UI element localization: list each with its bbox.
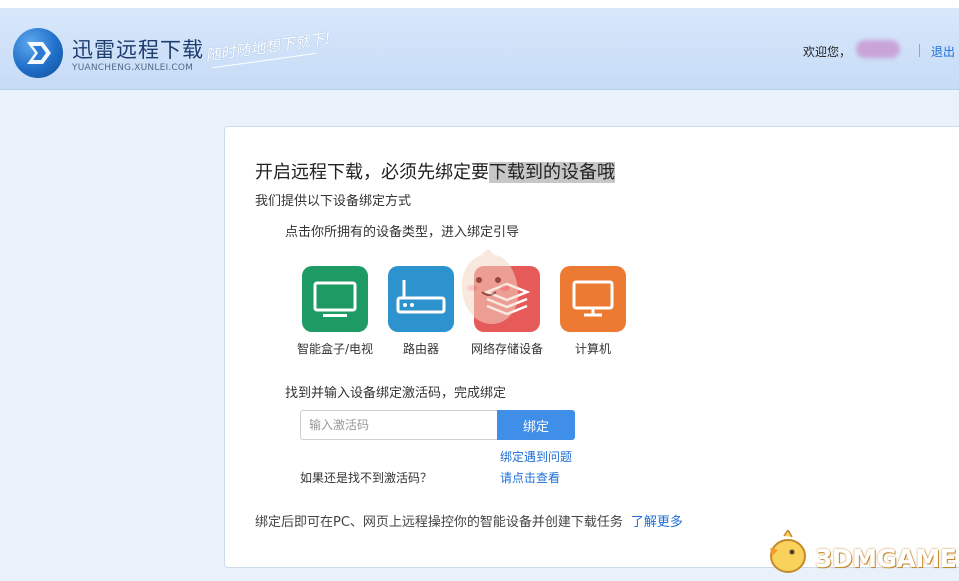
learn-more-link[interactable]: 了解更多 [631, 515, 683, 530]
tv-icon [313, 281, 357, 317]
blurred-username [856, 40, 900, 58]
header-divider [919, 44, 920, 57]
bind-button[interactable]: 绑定 [497, 410, 575, 440]
title-prefix: 开启远程下载，必须先绑定要 [255, 162, 489, 183]
top-header: 迅雷远程下载 YUANCHENG.XUNLEI.COM 随时随地想下就下! 欢迎… [0, 0, 959, 90]
watermark-text: 3DMGAME [815, 544, 957, 573]
device-label-tv[interactable]: 智能盒子/电视 [285, 340, 385, 357]
activation-code-input[interactable] [300, 410, 498, 440]
xunlei-logo-icon[interactable] [13, 28, 63, 78]
logout-link[interactable]: 退出 [931, 43, 955, 60]
bind-problem-link[interactable]: 绑定遇到问题 [500, 448, 572, 465]
device-router-button[interactable] [388, 266, 454, 332]
device-tv-button[interactable] [302, 266, 368, 332]
footer-info: 绑定后即可在PC、网页上远程操控你的智能设备并创建下载任务 了解更多 [255, 511, 683, 530]
device-label-nas[interactable]: 网络存储设备 [457, 340, 557, 357]
brand-title: 迅雷远程下载 [72, 38, 204, 62]
title-highlight: 下载到的设备哦 [489, 162, 615, 183]
device-guide-text: 点击你所拥有的设备类型，进入绑定引导 [285, 225, 520, 240]
device-computer-button[interactable] [560, 266, 626, 332]
subtitle: 我们提供以下设备绑定方式 [255, 194, 412, 209]
chick-mascot-icon [770, 528, 806, 573]
router-icon [396, 280, 446, 314]
click-to-view-link[interactable]: 请点击查看 [500, 469, 560, 486]
footer-text: 绑定后即可在PC、网页上远程操控你的智能设备并创建下载任务 [255, 515, 623, 530]
brand-subtitle: YUANCHENG.XUNLEI.COM [72, 63, 194, 73]
find-code-text: 找到并输入设备绑定激活码，完成绑定 [285, 386, 507, 401]
device-label-router[interactable]: 路由器 [371, 340, 471, 357]
welcome-text: 欢迎您， [803, 45, 852, 59]
no-code-text: 如果还是找不到激活码？ [300, 471, 433, 485]
page-title: 开启远程下载，必须先绑定要下载到的设备哦 [255, 158, 615, 184]
mascot-watermark-icon [452, 248, 526, 330]
computer-icon [572, 280, 614, 317]
device-label-computer[interactable]: 计算机 [543, 340, 643, 357]
